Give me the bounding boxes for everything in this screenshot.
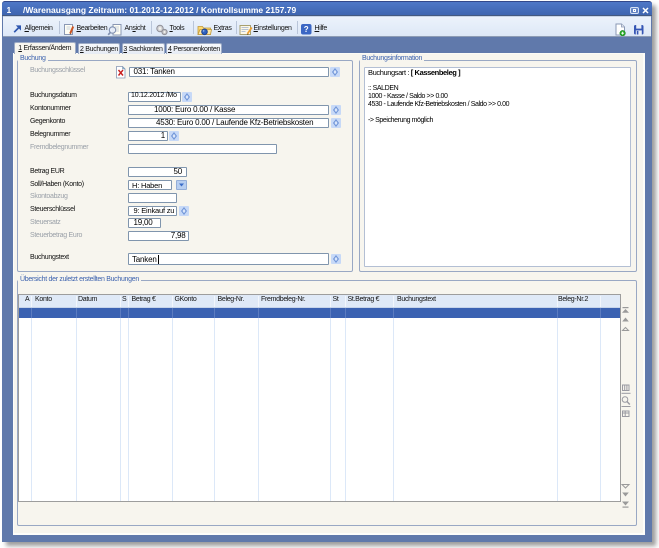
svg-text:?: ? — [304, 25, 309, 34]
